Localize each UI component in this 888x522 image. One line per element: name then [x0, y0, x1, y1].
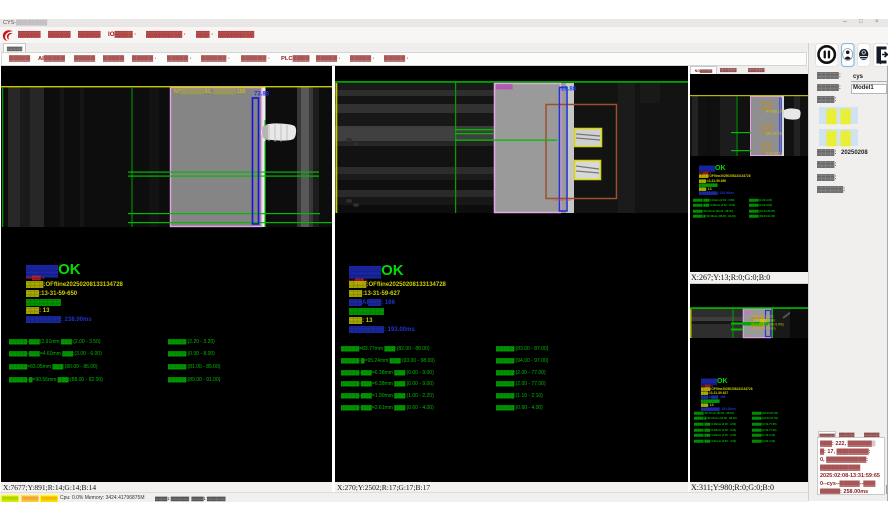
- svg-text:▓▓: ▓▓: [745, 310, 750, 314]
- svg-text:73.88: 73.88: [254, 92, 270, 98]
- svg-text:N7:A85.2.81: N7:A85.2.81: [766, 110, 784, 114]
- svg-text:28.88: 28.88: [561, 87, 577, 93]
- svg-text:(14.3-88.1): (14.3-88.1): [766, 152, 782, 156]
- svg-text:N7▒▒▒▒▒▒:93, ▒▒▒▒▒▒:100: N7▒▒▒▒▒▒:93, ▒▒▒▒▒▒:100: [174, 88, 246, 95]
- svg-text:(32.1-87.3): (32.1-87.3): [766, 132, 782, 136]
- svg-text:(13.45:82.1mm): (13.45:82.1mm): [753, 327, 776, 331]
- svg-text:71.38 183: 71.38 183: [553, 197, 572, 202]
